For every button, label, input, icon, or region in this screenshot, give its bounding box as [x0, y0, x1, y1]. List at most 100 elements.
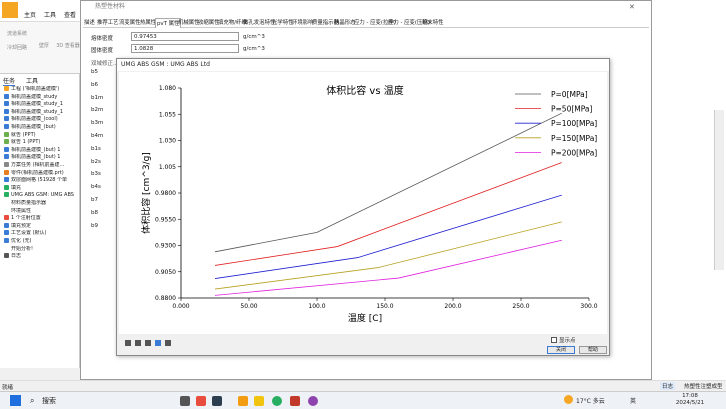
language-indicator[interactable]: 英	[630, 396, 636, 405]
tree-node-icon	[4, 146, 9, 152]
moldflow-icon[interactable]	[238, 396, 248, 406]
y-tick-label: 0.8800	[155, 295, 176, 302]
tree-item-label: 1 个注射位置	[11, 215, 41, 222]
tree-node-icon	[4, 154, 9, 160]
save-icon[interactable]	[145, 340, 151, 346]
tab-tasks[interactable]: 任务	[3, 76, 16, 86]
y-tick-label: 0.9550	[155, 216, 176, 223]
coefficient-label: b2m	[91, 107, 104, 114]
search-icon[interactable]: ⌕	[30, 396, 34, 406]
model-viewer[interactable]	[652, 0, 726, 380]
tree-item[interactable]: 双层面网格 (51928 个单	[4, 177, 78, 184]
taskbar-search[interactable]: 搜索	[42, 396, 56, 406]
tree-item[interactable]: 相机前盖建模_(but) 1	[4, 146, 78, 154]
tree-item-label: 就告 1 (PPT)	[11, 139, 41, 146]
tree-item-label: 相机前盖建模_(but) 1	[11, 154, 61, 161]
show-points-checkbox[interactable]	[551, 337, 557, 343]
y-tick-label: 1.080	[159, 85, 176, 92]
solid-density-field[interactable]: 1.0828	[131, 44, 239, 53]
app-logo-icon[interactable]	[2, 2, 18, 18]
plot-area: 0.000 50.00 100.0 150.0 200.0 250.0 300.0 0.880…	[119, 72, 607, 334]
app-icon-4[interactable]	[308, 396, 318, 406]
tree-node-icon	[4, 101, 9, 107]
tree-item[interactable]: 就告 (PPT)	[4, 131, 78, 139]
tree-item[interactable]: 填充预定	[4, 222, 78, 230]
print-icon[interactable]	[125, 340, 131, 346]
tab-process[interactable]: 热塑性注塑成型	[684, 382, 723, 390]
menu-tab-home[interactable]: 主页	[24, 10, 36, 19]
tree-item[interactable]: 环境属性	[4, 207, 78, 215]
dialog-footer: 显示点 关闭 帮助	[117, 335, 609, 355]
folder-icon[interactable]	[254, 396, 264, 406]
tab-tools[interactable]: 工具	[26, 76, 38, 85]
settings-icon[interactable]	[165, 340, 171, 346]
tree-item[interactable]: 工程 ('相机前盖建模')	[4, 86, 78, 93]
tree-item[interactable]: UMG ABS GSM: UMG ABS	[4, 192, 78, 199]
runner-system-button[interactable]: 流道系统	[4, 30, 30, 37]
pvt-chart-dialog: UMG ABS GSM : UMG ABS Ltd 0.000 50.00 100.…	[116, 58, 610, 356]
status-bar: 就绪 日志 热塑性注塑成型	[0, 380, 726, 391]
tree-item[interactable]: 零件(相机前盖建模.prt)	[4, 169, 78, 177]
menu-tab-tools[interactable]: 工具	[44, 10, 56, 19]
tree-item[interactable]: 相机前盖建模_study_1	[4, 108, 78, 116]
tree-item[interactable]: 就告 1 (PPT)	[4, 139, 78, 146]
tree-item[interactable]: 相机前盖建模_study	[4, 93, 78, 101]
cooling-circuit-button[interactable]: 冷却回路	[4, 44, 30, 51]
menu-tab-view[interactable]: 查看	[64, 10, 76, 19]
property-tab[interactable]: 粉末特性	[421, 18, 445, 28]
tree-item-label: 开始分析!	[11, 245, 34, 252]
app-icon-2[interactable]	[212, 396, 222, 406]
close-button[interactable]: 关闭	[547, 346, 575, 354]
tree-item-label: 相机前盖建模_study_1	[11, 101, 64, 108]
legend-label: P=200[MPa]	[551, 148, 597, 157]
x-tick-label: 50.00	[240, 303, 257, 310]
x-tick-label: 300.0	[580, 303, 597, 310]
tree-item[interactable]: 方案任务 (相机前盖建...	[4, 162, 78, 169]
tree-item[interactable]: 相机前盖建模_(but)	[4, 124, 78, 131]
tree-item[interactable]: 填充	[4, 184, 78, 192]
3d-viewer-button[interactable]: 3D 查看器	[56, 42, 80, 49]
tree-item-label: 双层面网格 (51928 个单	[11, 177, 68, 184]
property-tab[interactable]: 推荐工艺	[96, 18, 120, 28]
tree-item[interactable]: 相机前盖建模_(cool)	[4, 116, 78, 123]
tree-item[interactable]: 工艺设置 (默认)	[4, 230, 78, 237]
tree-node-icon	[4, 230, 9, 236]
series-line-1	[214, 162, 562, 266]
tree-node-icon	[4, 215, 9, 221]
weather-text[interactable]: 17°C 多云	[576, 396, 605, 405]
tree-item-label: 零件(相机前盖建模.prt)	[11, 169, 64, 176]
copy-icon[interactable]	[135, 340, 141, 346]
tree-item-label: 填充	[11, 184, 22, 191]
tree-item-label: 相机前盖建模_(but) 1	[11, 146, 61, 153]
x-tick-label: 200.0	[444, 303, 461, 310]
windows-start-icon[interactable]	[10, 395, 21, 406]
clock-date[interactable]: 2024/5/21	[670, 400, 710, 406]
property-tab[interactable]: 描述	[83, 18, 96, 28]
tree-item-label: 工程 ('相机前盖建模')	[11, 86, 60, 92]
tree-node-icon	[4, 177, 9, 183]
y-tick-label: 1.055	[159, 111, 176, 118]
tree-item-label: 相机前盖建模_study_1	[11, 108, 64, 115]
app-icon-3[interactable]	[290, 396, 300, 406]
wall-thickness-button[interactable]: 壁厚	[34, 42, 54, 49]
zoom-icon[interactable]	[155, 340, 161, 346]
tree-item[interactable]: 开始分析!	[4, 245, 78, 253]
tree-node-icon	[4, 184, 9, 190]
tree-node-icon	[4, 200, 9, 205]
tree-item[interactable]: 相机前盖建模_(but) 1	[4, 154, 78, 161]
clock-time[interactable]: 17:08	[670, 393, 710, 399]
browser-icon[interactable]	[272, 396, 282, 406]
tree-item[interactable]: 日志	[4, 253, 78, 260]
series-line-2	[214, 194, 562, 279]
tree-item[interactable]: 优化 (无)	[4, 238, 78, 245]
legend-label: P=50[MPa]	[551, 105, 593, 114]
tree-item[interactable]: 材料质量指示器	[4, 200, 78, 207]
tab-log[interactable]: 日志	[660, 382, 676, 390]
tree-item[interactable]: 1 个注射位置	[4, 215, 78, 222]
close-icon[interactable]: ✕	[629, 3, 635, 11]
tree-item[interactable]: 相机前盖建模_study_1	[4, 101, 78, 108]
taskview-icon[interactable]	[180, 396, 190, 406]
app-icon-1[interactable]	[196, 396, 206, 406]
melt-density-field[interactable]: 0.97453	[131, 32, 239, 41]
help-button[interactable]: 帮助	[579, 346, 607, 354]
